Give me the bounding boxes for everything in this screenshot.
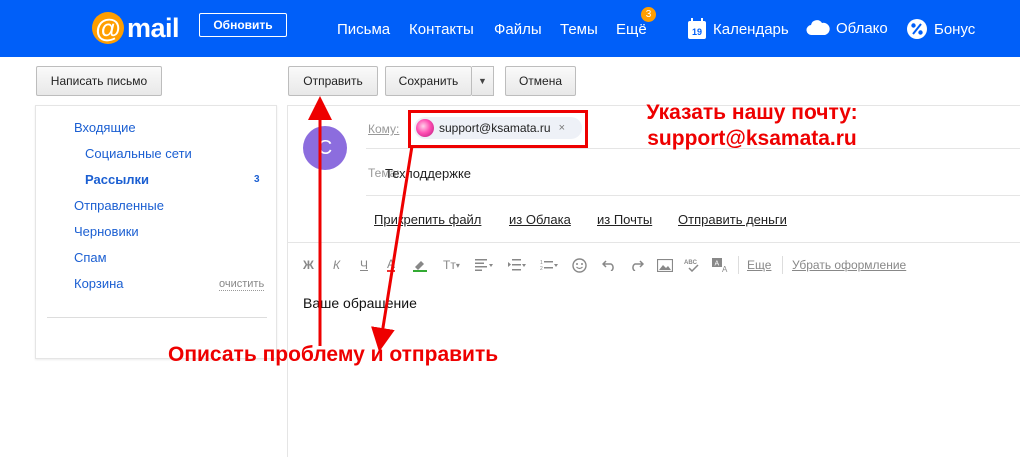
annotation-arrows	[308, 96, 414, 352]
arrow-to-body	[371, 145, 414, 352]
